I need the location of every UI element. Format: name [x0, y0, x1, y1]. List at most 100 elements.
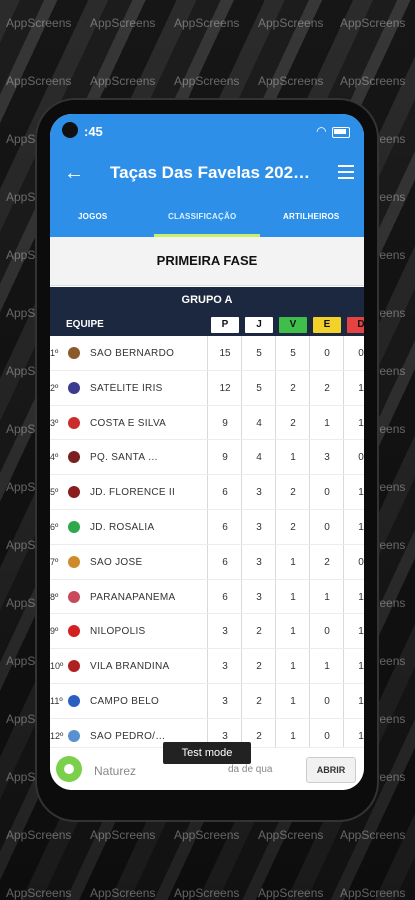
table-row[interactable]: 8º PARANAPANEMA 6 3 1 1 1 [50, 580, 364, 615]
ad-brand: Naturez [94, 764, 137, 778]
watermark-text: AppScreens [258, 886, 324, 900]
stat-v: 2 [290, 521, 296, 533]
table-row[interactable]: 5º JD. FLORENCE II 6 3 2 0 1 [50, 475, 364, 510]
col-team-header: EQUIPE [66, 319, 104, 330]
team-crest-icon [68, 381, 80, 394]
ad-open-button[interactable]: ABRIR [306, 757, 356, 783]
team-crest-icon [68, 347, 80, 359]
stat-d: 1 [358, 695, 364, 707]
stat-e: 2 [324, 382, 330, 394]
team-crest-icon [68, 729, 80, 742]
watermark-text: AppScreens [6, 74, 72, 88]
stat-e: 0 [324, 730, 330, 742]
menu-icon[interactable] [338, 165, 354, 179]
watermark-text: AppScreens [258, 16, 324, 30]
app-screen: :45 ◠ ← Taças Das Favelas 202… JOGOS CLA… [50, 114, 364, 790]
col-header-p: P [211, 317, 239, 333]
row-position: 10º [50, 661, 64, 672]
stat-v: 1 [290, 730, 296, 742]
watermark-text: AppScreens [90, 828, 156, 842]
watermark-text: AppScreens [340, 16, 406, 30]
row-position: 12º [50, 730, 64, 741]
stat-v: 1 [290, 661, 296, 673]
table-row[interactable]: 6º JD. ROSÁLIA 6 3 2 0 1 [50, 510, 364, 545]
group-header: GRUPO A [50, 287, 364, 314]
stat-e: 0 [324, 695, 330, 707]
table-row[interactable]: 4º PQ. SANTA … 9 4 1 3 0 [50, 440, 364, 476]
stat-d: 1 [358, 661, 364, 673]
table-row[interactable]: 1º SÃO BERNARDO 15 5 5 0 0 [50, 336, 364, 371]
tab-artilheiros[interactable]: ARTILHEIROS [283, 212, 339, 221]
tab-classificacao[interactable]: CLASSIFICAÇÃO [168, 212, 236, 221]
stat-j: 3 [256, 591, 262, 603]
table-row[interactable]: 7º SÃO JOSÉ 6 3 1 2 0 [50, 545, 364, 580]
stat-j: 3 [256, 521, 262, 533]
stat-e: 1 [324, 661, 330, 673]
table-row[interactable]: 10º VILA BRANDINA 3 2 1 1 1 [50, 649, 364, 684]
col-header-v: V [279, 317, 307, 333]
stat-p: 12 [219, 382, 231, 394]
stat-j: 5 [256, 382, 262, 394]
stat-j: 4 [256, 452, 262, 464]
team-name: SÃO PEDRO/… [90, 730, 166, 742]
stat-d: 0 [358, 348, 364, 359]
stat-v: 2 [290, 487, 296, 499]
battery-icon [332, 127, 350, 138]
watermark-text: AppScreens [174, 16, 240, 30]
stat-e: 0 [324, 348, 330, 359]
row-position: 3º [50, 417, 59, 428]
stat-j: 3 [256, 487, 262, 499]
stat-e: 0 [324, 487, 330, 499]
table-row[interactable]: 2º SATÉLITE ÍRIS 12 5 2 2 1 [50, 371, 364, 406]
stat-v: 1 [290, 591, 296, 603]
team-crest-icon [68, 520, 80, 533]
team-name: PARANAPANEMA [90, 591, 176, 603]
phase-title: PRIMEIRA FASE [50, 237, 364, 286]
stat-v: 1 [290, 626, 296, 638]
team-name: SÃO JOSÉ [90, 556, 143, 568]
table-row[interactable]: 9º NILÓPOLIS 3 2 1 0 1 [50, 614, 364, 650]
team-name: VILA BRANDINA [90, 661, 170, 673]
status-time: :45 [84, 124, 103, 139]
test-mode-badge: Test mode [163, 742, 251, 764]
team-name: SÃO BERNARDO [90, 348, 175, 359]
team-crest-icon [68, 625, 80, 638]
stat-j: 5 [256, 348, 262, 359]
stat-j: 2 [256, 626, 262, 638]
stat-v: 1 [290, 556, 296, 568]
stat-d: 1 [358, 487, 364, 499]
back-arrow-icon[interactable]: ← [64, 160, 84, 186]
stat-e: 2 [324, 556, 330, 568]
row-position: 6º [50, 521, 59, 532]
watermark-text: AppScreens [6, 828, 72, 842]
table-row[interactable]: 11º CAMPO BELO 3 2 1 0 1 [50, 684, 364, 719]
stat-p: 3 [222, 695, 228, 707]
stat-p: 6 [222, 521, 228, 533]
stat-v: 2 [290, 382, 296, 394]
col-header-e: E [313, 317, 341, 333]
table-row[interactable]: 3º COSTA E SILVA 9 4 2 1 1 [50, 406, 364, 441]
row-position: 11º [50, 695, 63, 706]
watermark-text: AppScreens [258, 74, 324, 88]
app-bar: :45 ◠ ← Taças Das Favelas 202… JOGOS CLA… [50, 114, 364, 237]
team-crest-icon [68, 451, 80, 464]
row-position: 2º [50, 382, 59, 393]
watermark-text: AppScreens [6, 886, 72, 900]
team-name: NILÓPOLIS [90, 626, 146, 638]
stat-d: 1 [358, 417, 364, 429]
team-name: JD. ROSÁLIA [90, 521, 155, 533]
stat-d: 1 [358, 591, 364, 603]
col-header-j: J [245, 317, 273, 333]
watermark-text: AppScreens [90, 886, 156, 900]
ad-description: da de qua [228, 764, 273, 775]
team-crest-icon [68, 555, 80, 568]
stat-d: 0 [358, 452, 364, 464]
stat-p: 6 [222, 591, 228, 603]
watermark-text: AppScreens [340, 886, 406, 900]
wifi-icon: ◠ [316, 124, 326, 138]
row-position: 4º [50, 452, 59, 463]
col-header-d: D [347, 317, 364, 333]
team-crest-icon [68, 694, 80, 707]
tab-jogos[interactable]: JOGOS [78, 212, 107, 221]
stat-v: 1 [290, 452, 296, 464]
